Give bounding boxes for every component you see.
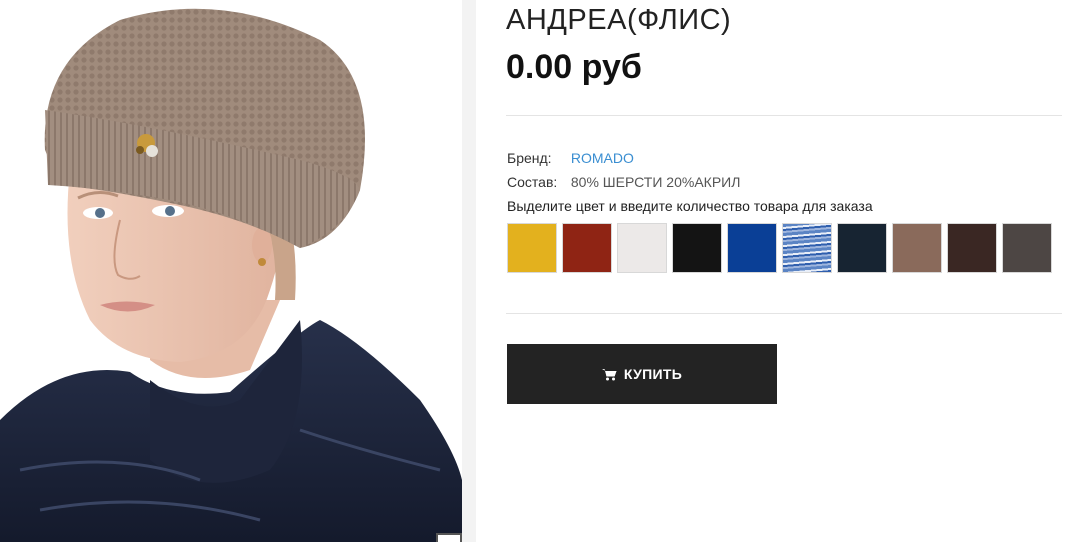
composition-value: 80% ШЕРСТИ 20%АКРИЛ bbox=[570, 174, 741, 190]
buy-button-label: КУПИТЬ bbox=[623, 366, 683, 382]
color-swatch[interactable] bbox=[892, 223, 942, 273]
color-swatch[interactable] bbox=[947, 223, 997, 273]
brand-link[interactable]: ROMADO bbox=[571, 150, 634, 166]
color-swatch[interactable] bbox=[782, 223, 832, 273]
divider-top bbox=[506, 115, 1062, 116]
brand-label: Бренд: bbox=[507, 150, 552, 166]
color-swatch[interactable] bbox=[617, 223, 667, 273]
cart-icon bbox=[601, 368, 617, 381]
spec-composition: Состав: 80% ШЕРСТИ 20%АКРИЛ bbox=[507, 174, 740, 190]
color-swatch[interactable] bbox=[672, 223, 722, 273]
color-swatches bbox=[507, 223, 1052, 273]
color-swatch[interactable] bbox=[1002, 223, 1052, 273]
color-prompt: Выделите цвет и введите количество товар… bbox=[507, 198, 873, 214]
spec-brand: Бренд: ROMADO bbox=[507, 150, 634, 166]
buy-button[interactable]: КУПИТЬ bbox=[507, 344, 777, 404]
divider-bottom bbox=[506, 313, 1062, 314]
color-swatch[interactable] bbox=[562, 223, 612, 273]
color-swatch[interactable] bbox=[837, 223, 887, 273]
product-price: 0.00 руб bbox=[506, 48, 642, 86]
product-title: АНДРЕА(ФЛИС) bbox=[506, 4, 732, 36]
photo-gutter bbox=[462, 0, 476, 542]
color-swatch[interactable] bbox=[507, 223, 557, 273]
color-swatch[interactable] bbox=[727, 223, 777, 273]
zoom-handle[interactable] bbox=[436, 533, 462, 542]
composition-label: Состав: bbox=[507, 174, 558, 190]
product-image bbox=[0, 0, 462, 542]
product-photo[interactable] bbox=[0, 0, 462, 542]
